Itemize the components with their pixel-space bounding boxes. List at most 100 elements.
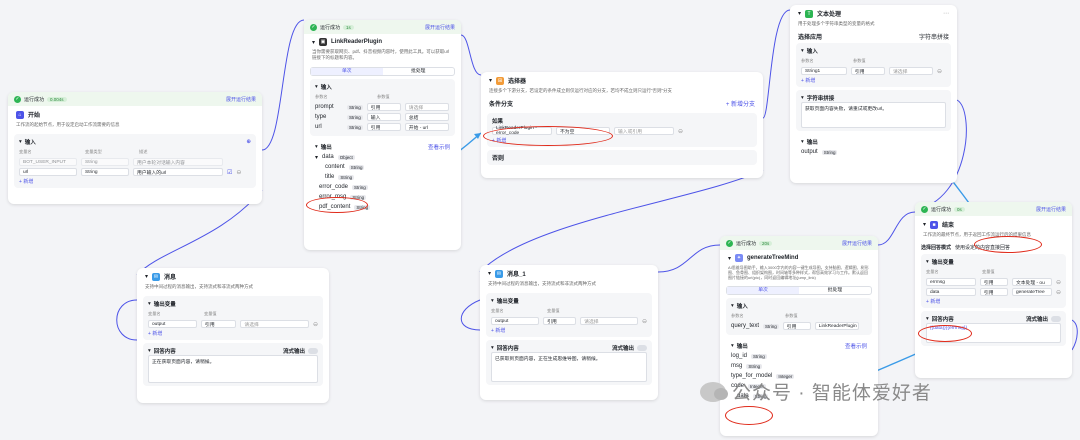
remove-icon[interactable]: ⊖ xyxy=(236,169,241,176)
concat-textarea[interactable]: 获取页面内容失败，请重试或更改url。 xyxy=(801,102,946,128)
mode-select[interactable]: 引用 xyxy=(366,123,401,131)
run-status-bar: ✓ 运行成功 20s 展开运行结果 xyxy=(720,236,878,250)
add-branch-button[interactable]: + 新增分支 xyxy=(726,99,755,108)
collapse-icon[interactable]: ▾ xyxy=(488,270,491,277)
stream-toggle[interactable] xyxy=(1051,315,1061,322)
input-section: ▾ 输入 ⊕ 变量名 变量类型 描述 BOT_USER_INPUT String 用户本轮对… xyxy=(14,134,256,188)
more-icon[interactable]: ⋯ xyxy=(943,10,949,17)
edge-selector-text xyxy=(762,9,791,119)
required-checkbox[interactable]: ☑ xyxy=(227,169,232,176)
message-node-2[interactable]: ▾ ✉ 消息_1 支持中间过程的消息输出，支持流式和非流式两种方式 ▾ 输出变量 变量… xyxy=(480,265,658,400)
text-process-node[interactable]: ▾ T 文本处理 ⋯ 用于处理多个字符串类型的变量的格式 选择应用 字符串拼接 ▾ 输入 … xyxy=(790,5,957,183)
mode-select[interactable]: 输入 xyxy=(366,113,401,121)
value-select[interactable]: 开始 - url xyxy=(404,123,449,131)
value-select[interactable]: 请选择 xyxy=(889,67,933,75)
value-select[interactable]: 请选择 xyxy=(580,317,638,325)
var-name-input[interactable]: data xyxy=(926,288,976,296)
remove-icon[interactable]: ⊖ xyxy=(642,318,647,325)
expand-result-link[interactable]: 展开运行结果 xyxy=(1036,206,1066,213)
value-select[interactable]: generateTree xyxy=(1011,288,1052,296)
mode-select[interactable]: 引用 xyxy=(543,317,577,325)
expand-result-link[interactable]: 展开运行结果 xyxy=(842,240,872,247)
plugin-node[interactable]: ✓ 运行成功 1s 展开运行结果 ▾ ▣ LinkReaderPlugin 当你需要获取… xyxy=(304,20,461,250)
add-button[interactable]: + 新增 xyxy=(19,178,251,185)
output-section: ▾ 输出 output String xyxy=(796,134,951,161)
content-textarea[interactable]: 已获取到页面内容，正在生成思维导图，请稍候。 xyxy=(491,352,647,382)
node-title: 结束 xyxy=(942,223,955,229)
expand-result-link[interactable]: 展开运行结果 xyxy=(425,24,455,31)
end-node[interactable]: ✓ 运行成功 0s 展开运行结果 ▾ ■ 结束 工作流的最终节点，用于返回工作流运行后的… xyxy=(915,202,1072,378)
remove-icon[interactable]: ⊖ xyxy=(937,68,942,75)
var-name-input[interactable]: output xyxy=(148,320,198,328)
remove-icon[interactable]: ⊖ xyxy=(678,128,683,135)
message-node[interactable]: ▾ ✉ 消息 支持中间过程的消息输出，支持流式和非流式两种方式 ▾ 输出变量 变量名变… xyxy=(137,268,329,403)
node-title: 开始 xyxy=(28,113,41,119)
collapse-icon[interactable]: ▾ xyxy=(798,10,801,17)
value-select[interactable]: LinkReaderPlugin xyxy=(814,322,859,330)
remove-icon[interactable]: ⊖ xyxy=(1056,279,1061,286)
compare-value-input[interactable]: 输入或引用 xyxy=(614,127,674,135)
run-status-bar: ✓ 运行成功 1s 展开运行结果 xyxy=(304,20,461,34)
error-code-output: error_code xyxy=(319,184,349,190)
node-title: 消息 xyxy=(164,275,177,281)
stream-toggle[interactable] xyxy=(308,347,318,354)
input-section: ▾ 输入 参数名 参数值 prompt String 引用 请选择 type String 输… xyxy=(310,79,455,136)
var-name-input[interactable]: url xyxy=(19,168,77,176)
annotation-circle xyxy=(974,236,1042,253)
edge-start-plugin xyxy=(261,19,305,151)
collapse-icon[interactable]: ▾ xyxy=(728,255,731,262)
mode-select[interactable]: 引用 xyxy=(201,320,237,328)
view-example-link[interactable]: 查看示例 xyxy=(428,143,450,151)
tab-single[interactable]: 单次 xyxy=(727,287,799,294)
expand-result-link[interactable]: 展开运行结果 xyxy=(226,96,256,103)
mode-select[interactable]: 引用 xyxy=(366,103,401,111)
var-type-select[interactable]: String xyxy=(81,168,129,176)
collapse-icon[interactable]: ▾ xyxy=(19,139,22,145)
watermark: 公众号 · 智能体爱好者 xyxy=(700,378,932,405)
content-section: ▾ 回答内容 流式输出 正在获取页面内容，请稍候。 xyxy=(143,343,323,386)
collapse-icon[interactable]: ▾ xyxy=(145,273,148,280)
var-name-input[interactable]: output xyxy=(491,317,540,325)
value-select[interactable]: 文本处理 - ou xyxy=(1011,278,1052,286)
add-button[interactable]: + 新增 xyxy=(801,77,946,84)
add-button[interactable]: + 新增 xyxy=(926,298,1061,305)
add-button[interactable]: + 新增 xyxy=(491,327,647,334)
node-desc: AI思维导图助手，输入3000字内的内容一键生成导图，支持脑图、逻辑图、树形图、… xyxy=(728,265,869,280)
node-title: generateTreeMind xyxy=(747,255,799,261)
content-textarea[interactable]: 正在获取页面内容，请稍候。 xyxy=(148,355,318,383)
remove-icon[interactable]: ⊖ xyxy=(1056,289,1061,296)
mode-select[interactable]: 引用 xyxy=(979,278,1008,286)
collapse-icon[interactable]: ▾ xyxy=(923,221,926,228)
collapse-icon[interactable]: ▾ xyxy=(312,39,315,46)
node-desc: 工作流的起始节点，用于设定启动工作流需要的信息 xyxy=(16,122,120,127)
start-node[interactable]: ✓ 运行成功 0.004s 展开运行结果 ⌂ 开始 工作流的起始节点，用于设定启动工作… xyxy=(8,92,262,204)
value-input[interactable]: 总结 xyxy=(404,113,449,121)
selector-node[interactable]: ▾ ⊞ 选择器 连接多个下游分支，若设定的条件成立则仅运行对应的分支，若均不成立则只… xyxy=(481,72,763,178)
node-title: 文本处理 xyxy=(817,12,842,18)
collapse-icon[interactable]: ▾ xyxy=(489,77,492,84)
annotation-circle xyxy=(725,406,773,425)
value-select[interactable]: 请选择 xyxy=(240,320,309,328)
remove-icon[interactable]: ⊖ xyxy=(313,321,318,328)
mode-select[interactable]: 引用 xyxy=(851,67,885,75)
selector-icon: ⊞ xyxy=(496,76,505,85)
value-select[interactable]: 请选择 xyxy=(404,103,449,111)
tab-batch[interactable]: 批处理 xyxy=(799,287,871,294)
else-branch: 否则 xyxy=(487,150,757,165)
add-icon[interactable]: ⊕ xyxy=(246,139,251,145)
annotation-circle xyxy=(918,325,972,342)
var-name-input[interactable]: String1 xyxy=(801,67,847,75)
view-example-link[interactable]: 查看示例 xyxy=(845,342,867,350)
stream-toggle[interactable] xyxy=(637,344,647,351)
mode-select[interactable]: 引用 xyxy=(782,322,811,330)
tab-batch[interactable]: 批处理 xyxy=(383,68,455,75)
add-button[interactable]: + 新增 xyxy=(148,330,318,337)
var-name-input[interactable]: errmsg xyxy=(926,278,976,286)
tab-single[interactable]: 单次 xyxy=(311,68,383,75)
var-desc-input[interactable]: 用户输入的url xyxy=(133,168,223,176)
mode-select[interactable]: 引用 xyxy=(979,288,1008,296)
input-section: ▾ 输入 参数名 参数值 String1 引用 请选择 ⊖ + 新增 xyxy=(796,43,951,87)
edge-plugin-selector xyxy=(460,34,482,76)
output-var-section: ▾ 输出变量 变量名 变量值 output 引用 请选择 ⊖ + 新增 xyxy=(143,296,323,340)
app-select[interactable]: 字符串拼接 xyxy=(919,32,949,41)
